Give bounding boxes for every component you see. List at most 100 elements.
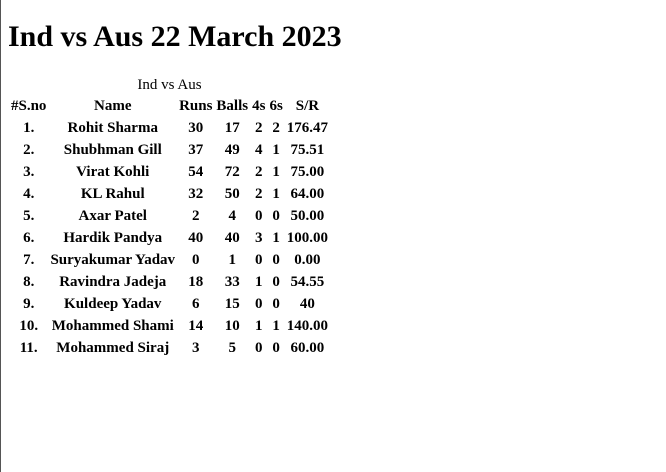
table-row: 1. Rohit Sharma 30 17 2 2 176.47	[10, 118, 329, 138]
balls-cell: 15	[224, 296, 240, 312]
header-row: #S.no Name Runs Balls 4s 6s S/R	[10, 96, 329, 116]
runs-cell: 14	[188, 318, 204, 334]
serial-no-cell: 9.	[23, 296, 35, 312]
fours-cell: 1	[255, 318, 263, 334]
player-name-cell: Rohit Sharma	[67, 120, 158, 136]
table-row: 8. Ravindra Jadeja 18 33 1 0 54.55	[10, 272, 329, 292]
balls-cell: 5	[228, 340, 237, 356]
serial-no-cell: 1.	[23, 120, 35, 136]
header-fours: 4s	[252, 98, 266, 114]
sixes-cell: 0	[272, 252, 280, 268]
player-name-cell: Hardik Pandya	[63, 230, 163, 246]
strike-rate-cell: 140.00	[286, 318, 329, 334]
table-row: 7. Suryakumar Yadav 0 1 0 0 0.00	[10, 250, 329, 270]
runs-cell: 37	[188, 142, 204, 158]
table-caption: Ind vs Aus	[137, 77, 202, 93]
player-name-cell: Axar Patel	[78, 208, 147, 224]
serial-no-cell: 2.	[23, 142, 35, 158]
runs-cell: 2	[191, 208, 200, 224]
sixes-cell: 2	[272, 120, 280, 136]
sixes-cell: 0	[272, 208, 280, 224]
sixes-cell: 0	[272, 274, 280, 290]
fours-cell: 0	[255, 340, 263, 356]
runs-cell: 3	[191, 340, 200, 356]
table-header: #S.no Name Runs Balls 4s 6s S/R	[10, 96, 329, 116]
table-row: 10. Mohammed Shami 14 10 1 1 140.00	[10, 316, 329, 336]
runs-cell: 6	[191, 296, 200, 312]
header-runs: Runs	[179, 98, 213, 114]
strike-rate-cell: 75.00	[290, 164, 325, 180]
sixes-cell: 1	[272, 318, 280, 334]
runs-cell: 40	[188, 230, 204, 246]
runs-cell: 18	[188, 274, 204, 290]
table-body: 1. Rohit Sharma 30 17 2 2 176.47 2. Shubhman Gil…	[10, 118, 329, 358]
header-serial-no: #S.no	[11, 98, 47, 114]
fours-cell: 2	[255, 186, 263, 202]
strike-rate-cell: 0.00	[294, 252, 321, 268]
fours-cell: 3	[255, 230, 263, 246]
balls-cell: 50	[224, 186, 240, 202]
fours-cell: 0	[255, 208, 263, 224]
strike-rate-cell: 50.00	[290, 208, 325, 224]
runs-cell: 30	[188, 120, 204, 136]
header-sixes: 6s	[269, 98, 283, 114]
serial-no-cell: 8.	[23, 274, 35, 290]
balls-cell: 40	[224, 230, 240, 246]
page-title: Ind vs Aus 22 March 2023	[8, 20, 342, 53]
serial-no-cell: 3.	[23, 164, 35, 180]
fours-cell: 0	[255, 296, 263, 312]
table-row: 4. KL Rahul 32 50 2 1 64.00	[10, 184, 329, 204]
header-name: Name	[94, 98, 132, 114]
serial-no-cell: 4.	[23, 186, 35, 202]
player-name-cell: Suryakumar Yadav	[50, 252, 176, 268]
strike-rate-cell: 60.00	[290, 340, 325, 356]
fours-cell: 4	[255, 142, 263, 158]
sixes-cell: 1	[272, 164, 280, 180]
strike-rate-cell: 64.00	[290, 186, 325, 202]
header-strike-rate: S/R	[295, 98, 320, 114]
table-row: 9. Kuldeep Yadav 6 15 0 0 40	[10, 294, 329, 314]
table-row: 3. Virat Kohli 54 72 2 1 75.00	[10, 162, 329, 182]
fours-cell: 1	[255, 274, 263, 290]
balls-cell: 72	[224, 164, 240, 180]
strike-rate-cell: 100.00	[286, 230, 329, 246]
serial-no-cell: 5.	[23, 208, 35, 224]
fours-cell: 2	[255, 164, 263, 180]
player-name-cell: Kuldeep Yadav	[64, 296, 162, 312]
player-name-cell: Virat Kohli	[76, 164, 150, 180]
balls-cell: 4	[228, 208, 237, 224]
serial-no-cell: 7.	[23, 252, 35, 268]
player-name-cell: Mohammed Siraj	[56, 340, 170, 356]
balls-cell: 49	[224, 142, 240, 158]
sixes-cell: 0	[272, 340, 280, 356]
strike-rate-cell: 40	[299, 296, 315, 312]
table-row: 5. Axar Patel 2 4 0 0 50.00	[10, 206, 329, 226]
runs-cell: 0	[191, 252, 200, 268]
serial-no-cell: 6.	[23, 230, 35, 246]
sixes-cell: 1	[272, 142, 280, 158]
sixes-cell: 1	[272, 230, 280, 246]
strike-rate-cell: 75.51	[290, 142, 325, 158]
runs-cell: 32	[188, 186, 204, 202]
fours-cell: 2	[255, 120, 263, 136]
strike-rate-cell: 176.47	[286, 120, 329, 136]
sixes-cell: 0	[272, 296, 280, 312]
balls-cell: 33	[224, 274, 240, 290]
balls-cell: 1	[228, 252, 237, 268]
fours-cell: 0	[255, 252, 263, 268]
strike-rate-cell: 54.55	[290, 274, 325, 290]
balls-cell: 10	[224, 318, 240, 334]
sixes-cell: 1	[272, 186, 280, 202]
player-name-cell: Ravindra Jadeja	[59, 274, 167, 290]
serial-no-cell: 10.	[19, 318, 39, 334]
batting-scorecard-table: Ind vs Aus #S.no Name Runs Balls 4s 6s S…	[8, 76, 331, 360]
header-balls: Balls	[216, 98, 249, 114]
table-row: 11. Mohammed Siraj 3 5 0 0 60.00	[10, 338, 329, 358]
player-name-cell: Mohammed Shami	[51, 318, 174, 334]
balls-cell: 17	[224, 120, 240, 136]
runs-cell: 54	[188, 164, 204, 180]
player-name-cell: Shubhman Gill	[63, 142, 162, 158]
table-row: 6. Hardik Pandya 40 40 3 1 100.00	[10, 228, 329, 248]
table-row: 2. Shubhman Gill 37 49 4 1 75.51	[10, 140, 329, 160]
player-name-cell: KL Rahul	[80, 186, 145, 202]
